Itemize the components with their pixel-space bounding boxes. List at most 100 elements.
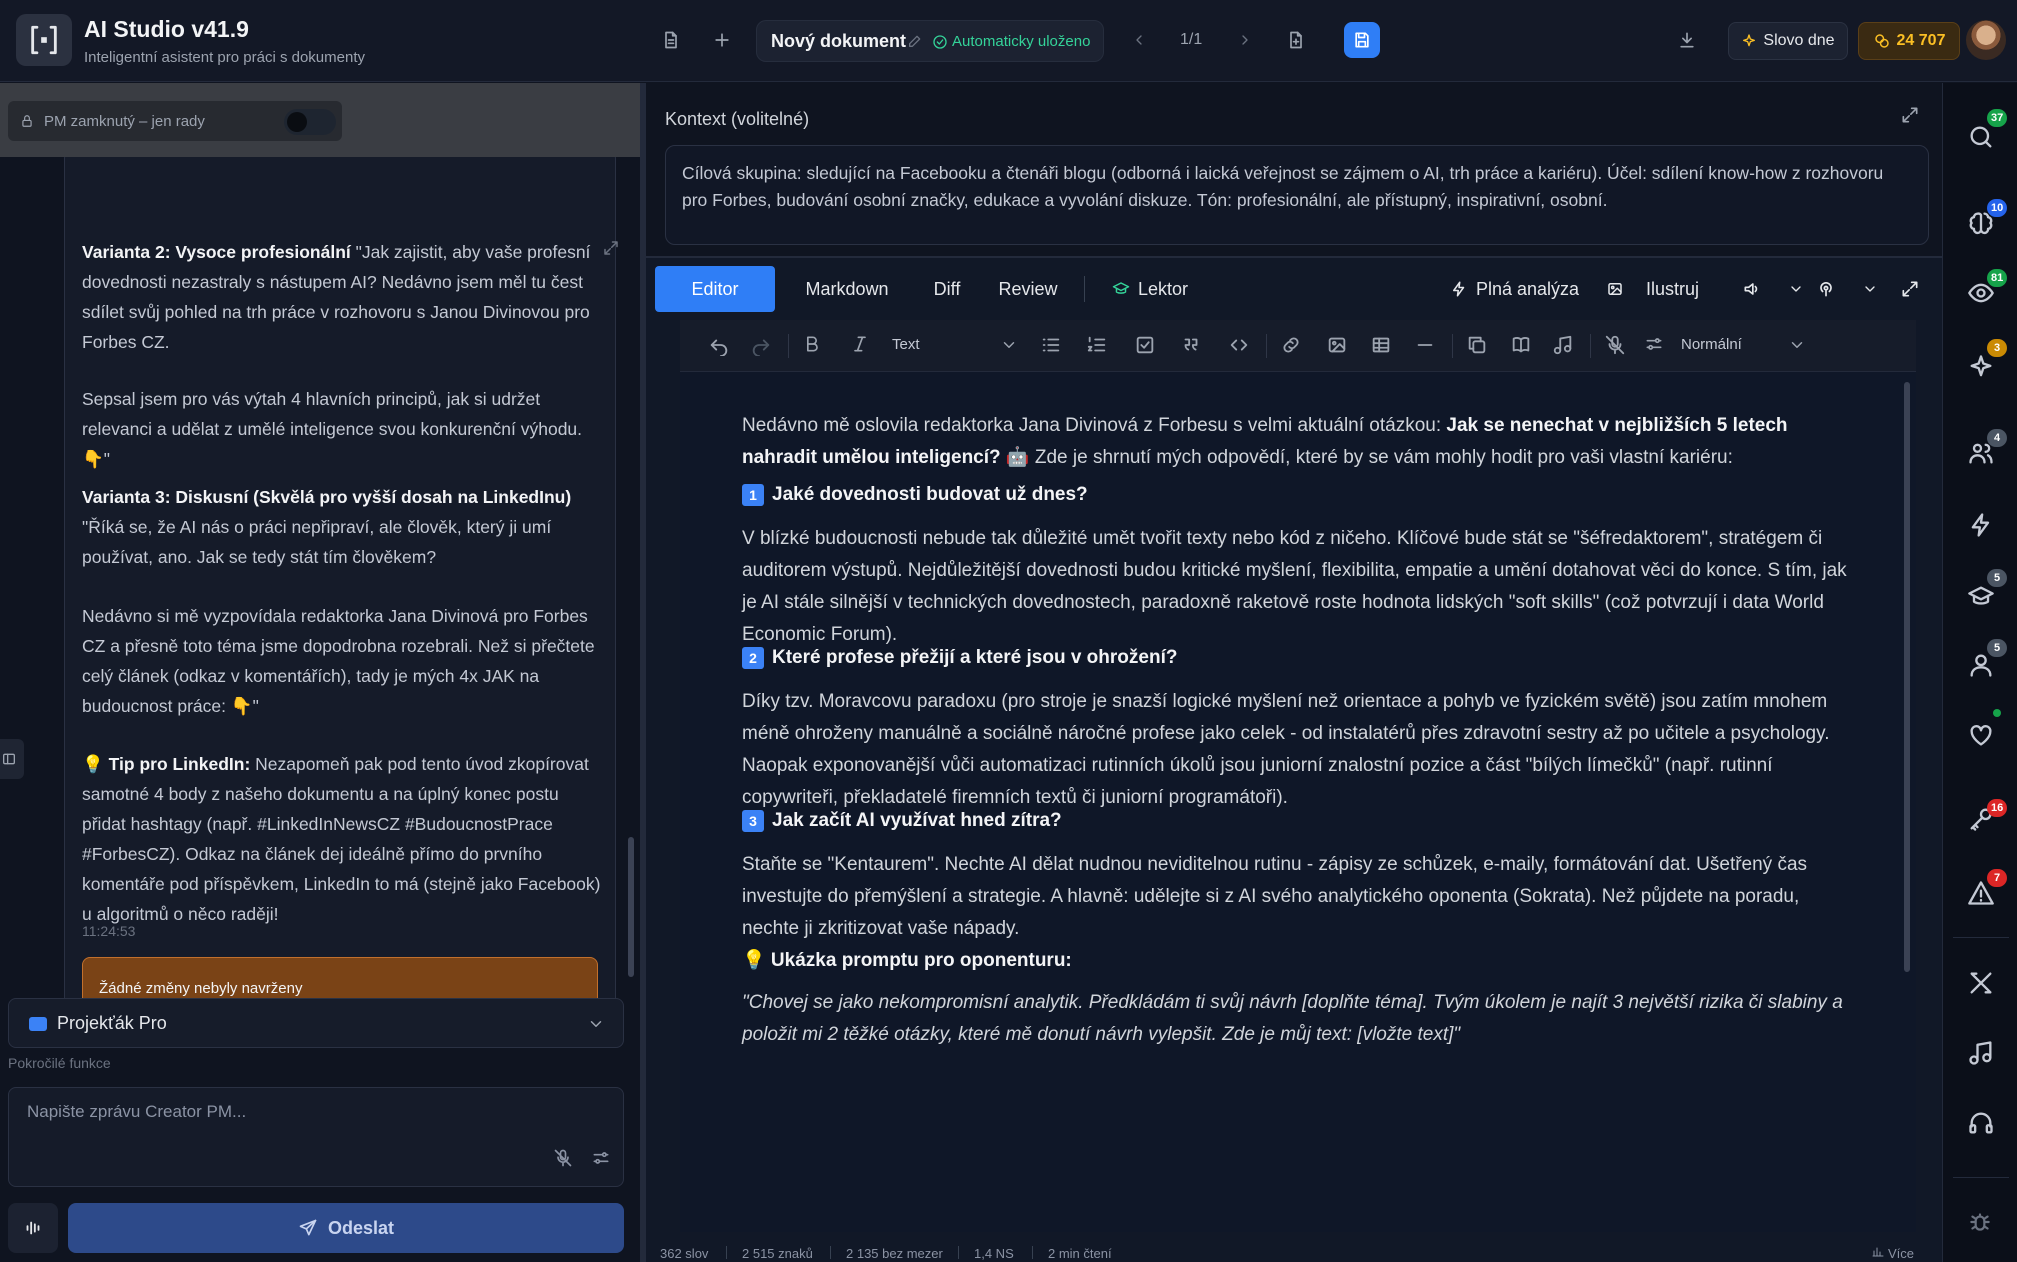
heart-icon[interactable] [1967, 721, 1995, 749]
badge: 5 [1987, 569, 2007, 587]
lightning-icon[interactable] [1967, 511, 1995, 539]
mic-off-icon[interactable] [1604, 334, 1626, 356]
image-icon[interactable] [1326, 334, 1348, 356]
editor-scrollbar[interactable] [1904, 382, 1910, 972]
save-button[interactable] [1344, 22, 1380, 58]
send-button[interactable]: Odeslat [68, 1203, 624, 1253]
download-icon[interactable] [1670, 23, 1704, 57]
expand-icon[interactable] [1900, 266, 1920, 312]
horizontal-rule-icon[interactable] [1414, 334, 1436, 356]
bug-icon[interactable] [1967, 1209, 1993, 1235]
numbered-list-icon[interactable] [1086, 334, 1108, 356]
bullet-list-icon[interactable] [1040, 334, 1062, 356]
badge: 16 [1987, 799, 2008, 817]
italic-icon[interactable] [850, 334, 870, 354]
image-icon [1606, 280, 1624, 298]
standard-pages: 1,4 NS [974, 1246, 1014, 1261]
bold-icon[interactable] [802, 334, 822, 354]
expand-message-icon[interactable] [602, 239, 620, 257]
copy-icon[interactable] [1466, 334, 1488, 356]
chevron-down-icon[interactable] [1862, 266, 1878, 312]
headphones-icon[interactable] [1967, 1109, 1995, 1137]
credits-value: 24 707 [1896, 32, 1946, 49]
quote-icon[interactable] [1180, 334, 1202, 356]
sparkle-icon[interactable] [1967, 353, 1995, 381]
table-icon[interactable] [1370, 334, 1392, 356]
message-paragraph: Varianta 2: Vysoce profesionální "Jak za… [82, 242, 591, 352]
credits-badge[interactable]: 24 707 [1858, 22, 1960, 60]
graduation-cap-icon[interactable] [1967, 583, 1995, 611]
project-select[interactable]: Projekťák Pro [8, 998, 624, 1048]
illustrate-button[interactable]: Ilustruj [1606, 266, 1699, 312]
podcast-icon[interactable] [1816, 266, 1836, 312]
message-input-placeholder: Napište zprávu Creator PM... [27, 1102, 247, 1121]
pm-lock-control[interactable]: PM zamknutý – jen rady [8, 101, 342, 141]
editor-content[interactable]: Nedávno mě oslovila redaktorka Jana Divi… [680, 372, 1916, 1232]
number-badge: 2 [742, 647, 764, 669]
music-note-icon[interactable] [1552, 334, 1574, 356]
tab-separator [1084, 276, 1085, 302]
content-intro: Nedávno mě oslovila redaktorka Jana Divi… [742, 415, 1788, 468]
message-input[interactable]: Napište zprávu Creator PM... [8, 1087, 624, 1187]
undo-icon[interactable] [708, 334, 730, 356]
tools-icon[interactable] [1967, 969, 1995, 997]
word-of-day-button[interactable]: Slovo dne [1728, 22, 1848, 60]
context-textarea[interactable]: Cílová skupina: sledující na Facebooku a… [665, 145, 1929, 245]
chat-messages: Varianta 2: Vysoce profesionální "Jak za… [0, 157, 640, 1057]
sliders-icon[interactable] [591, 1148, 611, 1168]
chevron-down-icon[interactable] [1788, 336, 1806, 354]
chevron-down-icon[interactable] [1788, 266, 1804, 312]
checklist-icon[interactable] [1134, 334, 1156, 356]
char-count: 2 515 znaků [742, 1246, 813, 1261]
check-circle-icon [933, 34, 947, 49]
tab-review[interactable]: Review [988, 266, 1068, 312]
app-header: AI Studio v41.9 Inteligentní asistent pr… [0, 0, 2017, 82]
paragraph-style-select[interactable]: Normální [1681, 336, 1742, 353]
chat-scrollbar[interactable] [628, 837, 634, 977]
chevron-down-icon[interactable] [1000, 336, 1018, 354]
more-stats-button[interactable]: Více [1872, 1246, 1914, 1261]
book-icon[interactable] [1510, 334, 1532, 356]
document-title-pill[interactable]: Nový dokument Automaticky uloženo [756, 20, 1104, 62]
add-page-icon[interactable] [1279, 23, 1313, 57]
editor-panel: Editor Markdown Diff Review Lektor Plná … [646, 256, 1942, 1262]
pm-lock-toggle[interactable] [284, 109, 336, 135]
next-page-chevron-icon[interactable] [1228, 23, 1262, 57]
advanced-features-label[interactable]: Pokročilé funkce [8, 1055, 111, 1071]
send-icon [299, 1219, 317, 1236]
content-heading: 1 Jaké dovednosti budovat už dnes? [742, 484, 1088, 506]
tab-markdown[interactable]: Markdown [788, 266, 906, 312]
lektor-button[interactable]: Lektor [1112, 266, 1188, 312]
document-icon[interactable] [654, 23, 688, 57]
link-icon[interactable] [1280, 334, 1302, 356]
full-analysis-label: Plná analýza [1476, 278, 1580, 299]
text-style-select[interactable]: Text [892, 336, 920, 353]
new-document-plus-icon[interactable] [705, 23, 739, 57]
read-time: 2 min čtení [1048, 1246, 1112, 1261]
status-divider [958, 1246, 959, 1259]
message-paragraph: Sepsal jsem pro vás výtah 4 hlavních pri… [82, 389, 583, 469]
music-note-icon[interactable] [1967, 1039, 1995, 1067]
prev-page-chevron-icon[interactable] [1122, 23, 1156, 57]
pencil-icon[interactable] [907, 33, 923, 49]
sidebar-toggle-icon[interactable] [0, 739, 24, 779]
mic-off-icon[interactable] [553, 1148, 573, 1168]
document-title[interactable]: Nový dokument [771, 31, 906, 52]
chat-bubble-icon[interactable] [1967, 123, 1995, 151]
message-paragraph: Nedávno si mě vyzpovídala redaktorka Jan… [82, 606, 595, 716]
speaker-icon[interactable] [1742, 266, 1762, 312]
page-indicator: 1/1 [1180, 31, 1203, 48]
tab-diff[interactable]: Diff [918, 266, 976, 312]
toolbar-divider [1452, 334, 1453, 358]
lektor-label: Lektor [1138, 278, 1189, 299]
redo-icon[interactable] [750, 334, 772, 356]
voice-waveform-button[interactable] [8, 1203, 58, 1253]
full-analysis-button[interactable]: Plná analýza [1450, 266, 1579, 312]
lightning-icon [1450, 280, 1468, 298]
tab-editor[interactable]: Editor [655, 266, 775, 312]
expand-icon[interactable] [1900, 105, 1920, 125]
user-avatar[interactable] [1966, 20, 2006, 60]
sliders-icon[interactable] [1644, 334, 1664, 354]
code-icon[interactable] [1228, 334, 1250, 356]
rail-divider [1953, 937, 2009, 938]
